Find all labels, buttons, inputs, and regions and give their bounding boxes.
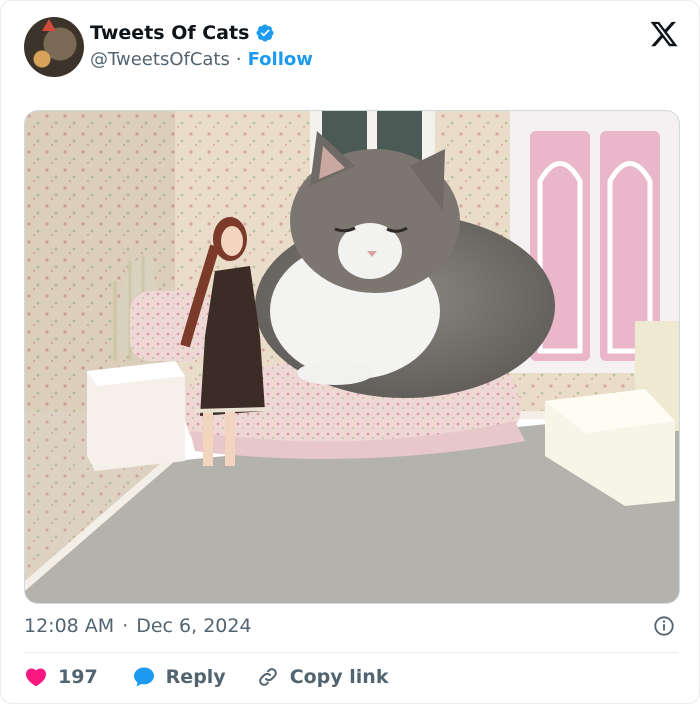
timestamp[interactable]: 12:08 AM · Dec 6, 2024 xyxy=(24,615,252,637)
dollhouse-cat-photo xyxy=(25,111,679,603)
action-bar: 197 Reply Copy link xyxy=(24,665,388,689)
handle-row: @TweetsOfCats · Follow xyxy=(90,49,313,70)
info-icon[interactable] xyxy=(653,615,675,637)
handle-separator: · xyxy=(235,49,242,70)
like-button[interactable]: 197 xyxy=(24,665,98,689)
reply-label: Reply xyxy=(165,666,226,688)
link-icon xyxy=(258,668,277,686)
like-count: 197 xyxy=(58,666,98,688)
divider xyxy=(24,652,678,653)
author-handle[interactable]: @TweetsOfCats xyxy=(90,49,230,70)
post-date: Dec 6, 2024 xyxy=(136,615,252,637)
follow-button[interactable]: Follow xyxy=(248,49,313,70)
copy-link-label: Copy link xyxy=(289,666,389,688)
post-time: 12:08 AM xyxy=(24,615,115,637)
x-logo-icon[interactable] xyxy=(649,19,679,49)
author-name-row: Tweets Of Cats xyxy=(90,22,275,44)
avatar[interactable] xyxy=(24,17,84,77)
reply-button[interactable]: Reply xyxy=(132,665,226,689)
time-separator: · xyxy=(122,615,129,637)
heart-icon xyxy=(25,668,47,687)
tweet-card: Tweets Of Cats @TweetsOfCats · Follow 12… xyxy=(0,0,700,704)
copy-link-button[interactable]: Copy link xyxy=(256,665,389,689)
verified-badge-icon xyxy=(256,24,274,42)
tweet-image[interactable] xyxy=(24,110,680,604)
author-name[interactable]: Tweets Of Cats xyxy=(90,22,249,44)
reply-bubble-icon xyxy=(133,667,154,687)
